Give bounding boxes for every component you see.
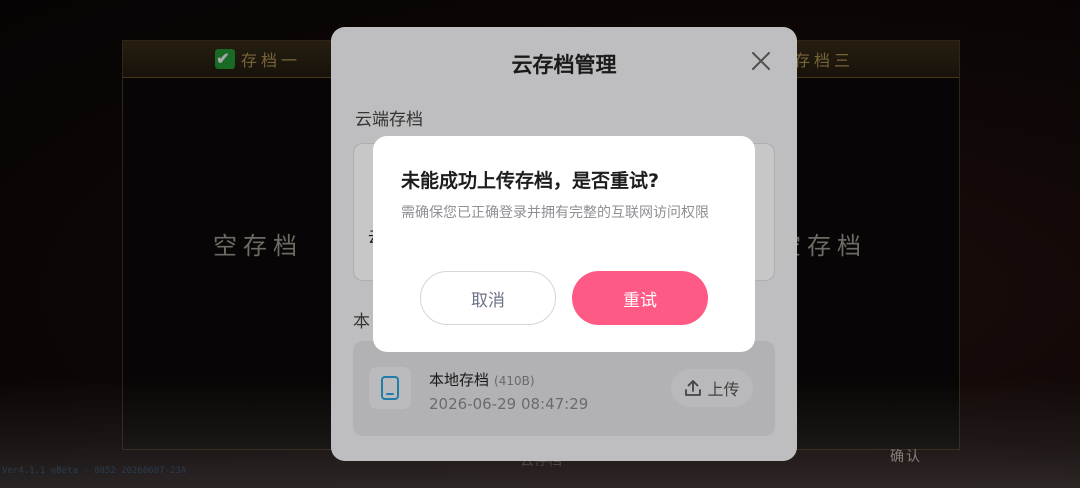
retry-upload-dialog: 未能成功上传存档，是否重试? 需确保您已正确登录并拥有完整的互联网访问权限 取消… [373,136,755,352]
retry-button[interactable]: 重试 [572,271,708,325]
cancel-button[interactable]: 取消 [420,271,556,325]
dialog-title: 未能成功上传存档，是否重试? [401,170,660,192]
dialog-message: 需确保您已正确登录并拥有完整的互联网访问权限 [401,205,709,221]
